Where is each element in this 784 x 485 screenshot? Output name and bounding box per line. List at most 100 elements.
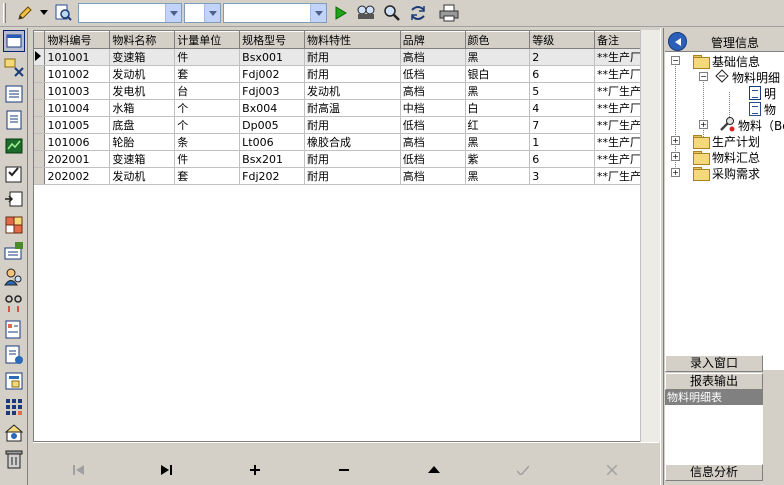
dropdown-chevron-icon[interactable] bbox=[38, 3, 50, 23]
row-indicator[interactable] bbox=[34, 48, 46, 66]
settings-icon[interactable] bbox=[3, 422, 25, 444]
cell-spec[interactable]: Bsx201 bbox=[239, 150, 306, 168]
report-list[interactable]: 物料明细表 bbox=[665, 390, 763, 464]
delete-record-icon[interactable] bbox=[334, 462, 354, 478]
tree-node-detail-leaf-1[interactable]: 明 bbox=[749, 85, 776, 101]
tree-expander[interactable]: − bbox=[671, 56, 680, 65]
info-analysis-button[interactable]: 信息分析 bbox=[665, 464, 763, 481]
cell-unit[interactable]: 条 bbox=[174, 133, 241, 151]
tree-node-purchase-demand[interactable]: + 采购需求 bbox=[671, 165, 760, 181]
grid-vertical-scrollbar[interactable] bbox=[640, 30, 660, 442]
col-header-code[interactable]: 物料编号 bbox=[44, 31, 111, 49]
cell-code[interactable]: 101005 bbox=[44, 116, 111, 134]
cell-color[interactable]: 黑 bbox=[465, 167, 531, 185]
cell-color[interactable]: 黑 bbox=[465, 82, 531, 100]
row-indicator[interactable] bbox=[34, 150, 46, 168]
row-indicator[interactable] bbox=[34, 116, 46, 134]
cell-brand[interactable]: 高档 bbox=[400, 133, 466, 151]
table-row[interactable]: 101005 底盘个 Dp005 耐用 低档红 7 **厂生产 bbox=[34, 116, 658, 134]
collapse-panel-icon[interactable] bbox=[668, 32, 687, 51]
document-icon[interactable] bbox=[3, 109, 25, 131]
tree-node-material-summary[interactable]: + 物料汇总 bbox=[671, 149, 760, 165]
cell-spec[interactable]: Dp005 bbox=[239, 116, 306, 134]
cell-color[interactable]: 黑 bbox=[465, 133, 531, 151]
filter-combo-3-arrow[interactable] bbox=[310, 4, 326, 22]
run-icon[interactable] bbox=[331, 3, 351, 23]
cell-feature[interactable]: 耐用 bbox=[304, 48, 401, 66]
cell-code[interactable]: 202001 bbox=[44, 150, 111, 168]
report-output-button[interactable]: 报表输出 bbox=[665, 373, 763, 390]
cell-grade[interactable]: 5 bbox=[529, 82, 595, 100]
cell-name[interactable]: 底盘 bbox=[109, 116, 176, 134]
row-indicator[interactable] bbox=[34, 133, 46, 151]
cell-grade[interactable]: 6 bbox=[529, 150, 595, 168]
cell-brand[interactable]: 低档 bbox=[400, 116, 466, 134]
cell-spec[interactable]: Fdj002 bbox=[239, 65, 306, 83]
cell-name[interactable]: 发电机 bbox=[109, 82, 176, 100]
cell-unit[interactable]: 件 bbox=[174, 48, 241, 66]
cell-feature[interactable]: 耐用 bbox=[304, 116, 401, 134]
cell-spec[interactable]: Bsx001 bbox=[239, 48, 306, 66]
cell-brand[interactable]: 低档 bbox=[400, 150, 466, 168]
material-grid[interactable]: 物料编号 物料名称 计量单位 规格型号 物料特性 品牌 颜色 等级 备注 101… bbox=[33, 30, 659, 442]
cell-grade[interactable]: 1 bbox=[529, 133, 595, 151]
cell-unit[interactable]: 套 bbox=[174, 167, 241, 185]
tree-node-production-plan[interactable]: + 生产计划 bbox=[671, 133, 760, 149]
cell-code[interactable]: 101004 bbox=[44, 99, 111, 117]
search-doc-icon[interactable] bbox=[52, 3, 74, 23]
table-row[interactable]: 101003 发电机台 Fdj003 发动机 高档黑 5 **厂生产 bbox=[34, 82, 658, 100]
nav-tree[interactable]: − 基础信息 − 物料明细 明 物 + 物料（B + 生产计划 + 物料汇总 +… bbox=[665, 52, 784, 370]
cell-spec[interactable]: Bx004 bbox=[239, 99, 306, 117]
cell-grade[interactable]: 2 bbox=[529, 48, 595, 66]
window-icon[interactable] bbox=[3, 30, 25, 52]
cell-unit[interactable]: 台 bbox=[174, 82, 241, 100]
cell-feature[interactable]: 耐高温 bbox=[304, 99, 401, 117]
col-header-name[interactable]: 物料名称 bbox=[109, 31, 176, 49]
cell-color[interactable]: 白 bbox=[465, 99, 531, 117]
config-icon[interactable] bbox=[3, 240, 25, 262]
find-icon[interactable] bbox=[355, 3, 377, 23]
list-view-icon[interactable] bbox=[3, 83, 25, 105]
cell-color[interactable]: 紫 bbox=[465, 150, 531, 168]
tree-node-basic-info[interactable]: − 基础信息 bbox=[671, 53, 760, 69]
table-row[interactable]: 202001 变速箱件 Bsx201 耐用 低档紫 6 **生产厂家 bbox=[34, 150, 658, 168]
print-icon[interactable] bbox=[437, 3, 461, 23]
filter-combo-3[interactable] bbox=[223, 3, 327, 23]
find-next-icon[interactable] bbox=[381, 3, 403, 23]
cell-color[interactable]: 银白 bbox=[465, 65, 531, 83]
filter-combo-2[interactable] bbox=[184, 3, 221, 23]
form-icon[interactable] bbox=[3, 370, 25, 392]
report-list-item[interactable]: 物料明细表 bbox=[665, 390, 763, 405]
grid-icon[interactable] bbox=[3, 214, 25, 236]
cell-brand[interactable]: 中档 bbox=[400, 99, 466, 117]
import-icon[interactable] bbox=[3, 188, 25, 210]
tree-expander[interactable]: + bbox=[671, 136, 680, 145]
cell-grade[interactable]: 3 bbox=[529, 167, 595, 185]
cell-unit[interactable]: 个 bbox=[174, 116, 241, 134]
checklist-icon[interactable] bbox=[3, 162, 25, 184]
cell-brand[interactable]: 高档 bbox=[400, 82, 466, 100]
last-record-icon[interactable] bbox=[156, 462, 176, 478]
tools-icon[interactable] bbox=[3, 56, 25, 78]
cell-name[interactable]: 发动机 bbox=[109, 65, 176, 83]
tree-expander[interactable]: + bbox=[671, 168, 680, 177]
cancel-record-icon[interactable] bbox=[602, 462, 622, 478]
edit-pencil-icon[interactable] bbox=[14, 3, 36, 23]
col-header-brand[interactable]: 品牌 bbox=[400, 31, 466, 49]
cell-grade[interactable]: 4 bbox=[529, 99, 595, 117]
first-record-icon[interactable] bbox=[69, 462, 89, 478]
row-indicator[interactable] bbox=[34, 99, 46, 117]
cell-color[interactable]: 黑 bbox=[465, 48, 531, 66]
cell-name[interactable]: 水箱 bbox=[109, 99, 176, 117]
cell-name[interactable]: 轮胎 bbox=[109, 133, 176, 151]
row-indicator[interactable] bbox=[34, 167, 46, 185]
cell-name[interactable]: 发动机 bbox=[109, 167, 176, 185]
col-header-color[interactable]: 颜色 bbox=[465, 31, 531, 49]
toolbar-grip[interactable] bbox=[3, 3, 6, 23]
table-row[interactable]: 101006 轮胎条 Lt006 橡胶合成 高档黑 1 **生产厂家 bbox=[34, 133, 658, 151]
cell-grade[interactable]: 6 bbox=[529, 65, 595, 83]
tree-node-material-detail[interactable]: − 物料明细 bbox=[699, 68, 780, 85]
entry-window-button[interactable]: 录入窗口 bbox=[665, 355, 763, 372]
tree-node-material-bom[interactable]: + 物料（Bo bbox=[699, 116, 784, 133]
table-row[interactable]: 101001 变速箱件 Bsx001 耐用 高档黑 2 **生产厂家 bbox=[34, 48, 658, 66]
